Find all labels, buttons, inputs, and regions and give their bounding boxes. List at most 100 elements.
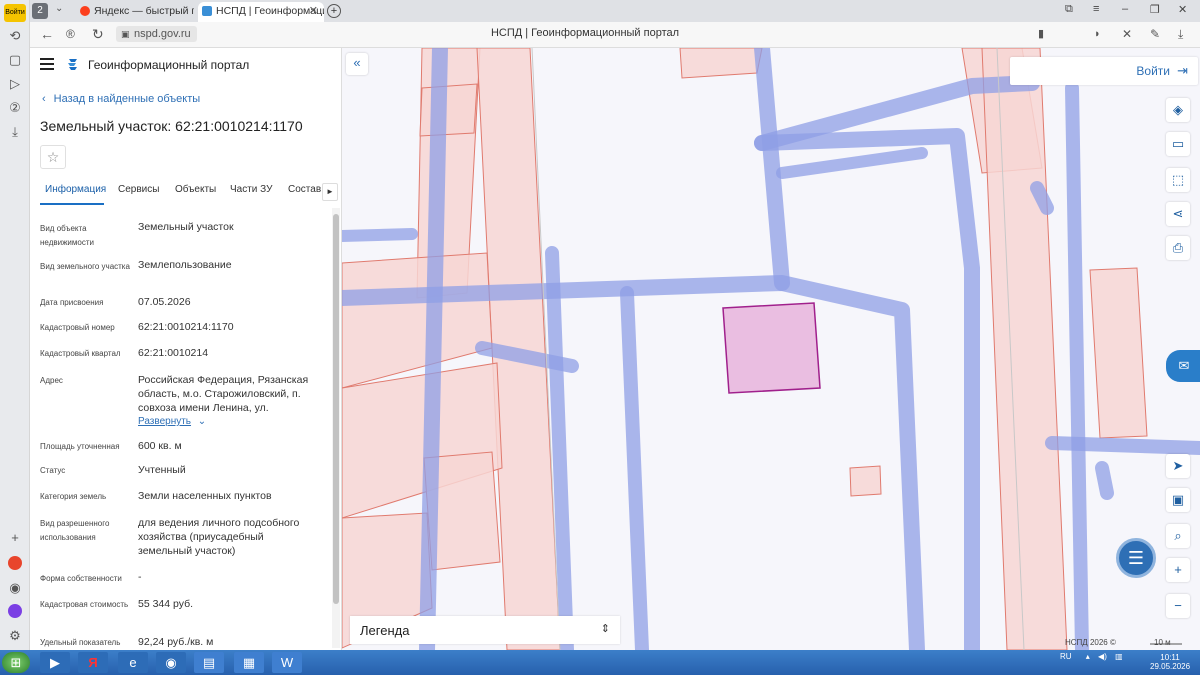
clock[interactable]: 10:11 29.05.2026 xyxy=(1150,653,1190,671)
road xyxy=(754,48,790,291)
tabs-icon[interactable]: ② xyxy=(7,100,23,116)
road xyxy=(1030,181,1054,215)
field-label: Площадь уточненная xyxy=(40,442,120,451)
info-panel: Геоинформационный портал ‹ Назад в найден… xyxy=(30,48,342,650)
print-icon[interactable]: ⎙ xyxy=(1166,236,1190,260)
extension-icon[interactable]: ◗ xyxy=(1094,26,1101,42)
network-icon[interactable]: ▥ xyxy=(1115,652,1123,661)
downloads-icon[interactable]: ⤓ xyxy=(7,124,23,140)
panel-tabs: Информация Сервисы Объекты Части ЗУ Сост… xyxy=(30,178,341,206)
menu-icon[interactable]: ≡ xyxy=(1093,3,1099,15)
road xyxy=(1065,81,1089,650)
field-value: - xyxy=(138,571,142,583)
tab-information[interactable]: Информация xyxy=(45,184,106,195)
collapse-panel-button[interactable]: « xyxy=(346,53,368,75)
close-icon[interactable]: ✕ xyxy=(309,2,318,20)
start-button[interactable]: ⊞ xyxy=(2,652,30,673)
music-icon[interactable]: ◉ xyxy=(7,580,23,596)
tab-parts[interactable]: Части ЗУ xyxy=(230,184,272,195)
settings-icon[interactable]: ⚙ xyxy=(7,628,23,644)
chrome-icon[interactable]: ◉ xyxy=(156,652,186,673)
tray-arrow-icon[interactable]: ▴ xyxy=(1086,652,1090,661)
volume-icon[interactable]: ◀) xyxy=(1098,652,1107,661)
apps-icon[interactable]: ▦ xyxy=(234,652,264,673)
tab-nspd[interactable]: НСПД | Геоинформационный портал ✕ xyxy=(198,2,324,22)
login-badge[interactable]: Войти xyxy=(4,4,26,22)
word-icon[interactable]: W xyxy=(272,652,302,673)
media-icon[interactable]: ▷ xyxy=(7,76,23,92)
bookmark-add-icon[interactable]: ▮ xyxy=(1038,26,1044,42)
road xyxy=(776,147,928,179)
share-icon[interactable]: ⋖ xyxy=(1166,202,1190,226)
system-tray: RU ▴ ◀) ▥ xyxy=(1060,652,1123,661)
field-value: Землепользование xyxy=(138,259,232,271)
panel-scrollbar[interactable] xyxy=(332,208,340,648)
locate-icon[interactable]: ➤ xyxy=(1166,454,1190,478)
tabs-scroll-right-button[interactable]: ► xyxy=(322,183,338,201)
downloads-bar-icon[interactable]: ⤓ xyxy=(1178,26,1183,42)
favorite-star-icon[interactable]: ☆ xyxy=(40,145,66,169)
field-value: Земли населенных пунктов xyxy=(138,490,272,502)
login-label: Войти xyxy=(1136,64,1170,78)
language-indicator[interactable]: RU xyxy=(1060,652,1072,661)
tab-composition[interactable]: Состав xyxy=(288,184,321,195)
field-label: Категория земель xyxy=(40,492,107,501)
chevron-down-icon[interactable]: ⌄ xyxy=(55,3,63,14)
map-canvas[interactable] xyxy=(342,48,1200,650)
ruler-icon[interactable]: ▭ xyxy=(1166,132,1190,156)
field-label: Кадастровый номер xyxy=(40,323,115,332)
parcel xyxy=(1089,267,1148,439)
chat-side-icon[interactable]: ✉ xyxy=(1166,350,1200,382)
field-value: Российская Федерация, Рязанская область,… xyxy=(138,374,309,414)
minimize-icon[interactable]: – xyxy=(1122,3,1128,15)
chevron-updown-icon: ⇕ xyxy=(600,623,610,635)
media-player-icon[interactable]: ▶ xyxy=(40,652,70,673)
zoom-in-button[interactable]: + xyxy=(1166,558,1190,582)
scrollbar-thumb[interactable] xyxy=(333,214,339,604)
road xyxy=(620,286,649,650)
select-area-icon[interactable]: ⬚ xyxy=(1166,168,1190,192)
nspd-icon xyxy=(202,6,212,16)
restore-icon[interactable]: ❐ xyxy=(1150,3,1160,16)
extension3-icon[interactable]: ✎ xyxy=(1150,26,1160,42)
alice-icon[interactable] xyxy=(8,604,22,618)
bookmark-icon[interactable]: ⧉ xyxy=(1065,3,1073,16)
expand-link[interactable]: Развернуть ⌄ xyxy=(138,416,206,427)
extension2-icon[interactable]: ✕ xyxy=(1122,26,1132,42)
add-icon[interactable]: + xyxy=(7,530,23,546)
scale-label: 10 м xyxy=(1154,638,1171,647)
app-icon[interactable] xyxy=(8,556,22,570)
yandex-icon xyxy=(80,6,90,16)
tab-count[interactable]: 2 xyxy=(32,3,48,19)
back-link[interactable]: ‹ Назад в найденные объекты xyxy=(42,93,200,105)
field-value: 62:21:0010214:1170 xyxy=(138,321,234,333)
selected-parcel[interactable] xyxy=(722,302,821,394)
minimap-icon[interactable]: ▣ xyxy=(1166,488,1190,512)
map-view[interactable]: « Войти ⇥ ◈ ▭ ⬚ ⋖ ⎙ ✉ ➤ ▣ ⌕ + − ☰ Легенд… xyxy=(342,48,1200,650)
legend-dropdown[interactable]: Легенда ⇕ xyxy=(350,616,620,644)
chevron-left-icon: ‹ xyxy=(42,93,46,105)
tab-objects[interactable]: Объекты xyxy=(175,184,216,195)
layers-icon[interactable]: ◈ xyxy=(1166,98,1190,122)
chat-icon[interactable]: ☰ xyxy=(1116,538,1156,578)
zoom-out-button[interactable]: − xyxy=(1166,594,1190,618)
yandex-browser-icon[interactable]: Я xyxy=(78,652,108,673)
field-value: 92,24 руб./кв. м xyxy=(138,636,214,648)
ie-icon[interactable]: e xyxy=(118,652,148,673)
folder-icon[interactable]: ▤ xyxy=(194,652,224,673)
browser-sidebar: Войти ⟲ ▢ ▷ ② ⤓ + ◉ ⚙ xyxy=(0,0,30,650)
search-location-icon[interactable]: ⌕ xyxy=(1166,524,1190,548)
field-value: 600 кв. м xyxy=(138,440,182,452)
tab-services[interactable]: Сервисы xyxy=(118,184,159,195)
legend-label: Легенда xyxy=(360,623,410,638)
tab-yandex[interactable]: Яндекс — быстрый поиск xyxy=(76,2,194,22)
collections-icon[interactable]: ▢ xyxy=(7,52,23,68)
login-button[interactable]: Войти ⇥ xyxy=(1010,57,1198,85)
menu-icon[interactable] xyxy=(40,58,54,70)
history-icon[interactable]: ⟲ xyxy=(7,28,23,44)
field-value: 55 344 руб. xyxy=(138,598,194,610)
new-tab-button[interactable]: + xyxy=(327,4,341,18)
field-value: для ведения личного подсобного хозяйства… xyxy=(138,517,300,557)
active-tab-indicator xyxy=(40,203,104,205)
close-window-icon[interactable]: ✕ xyxy=(1178,3,1187,16)
